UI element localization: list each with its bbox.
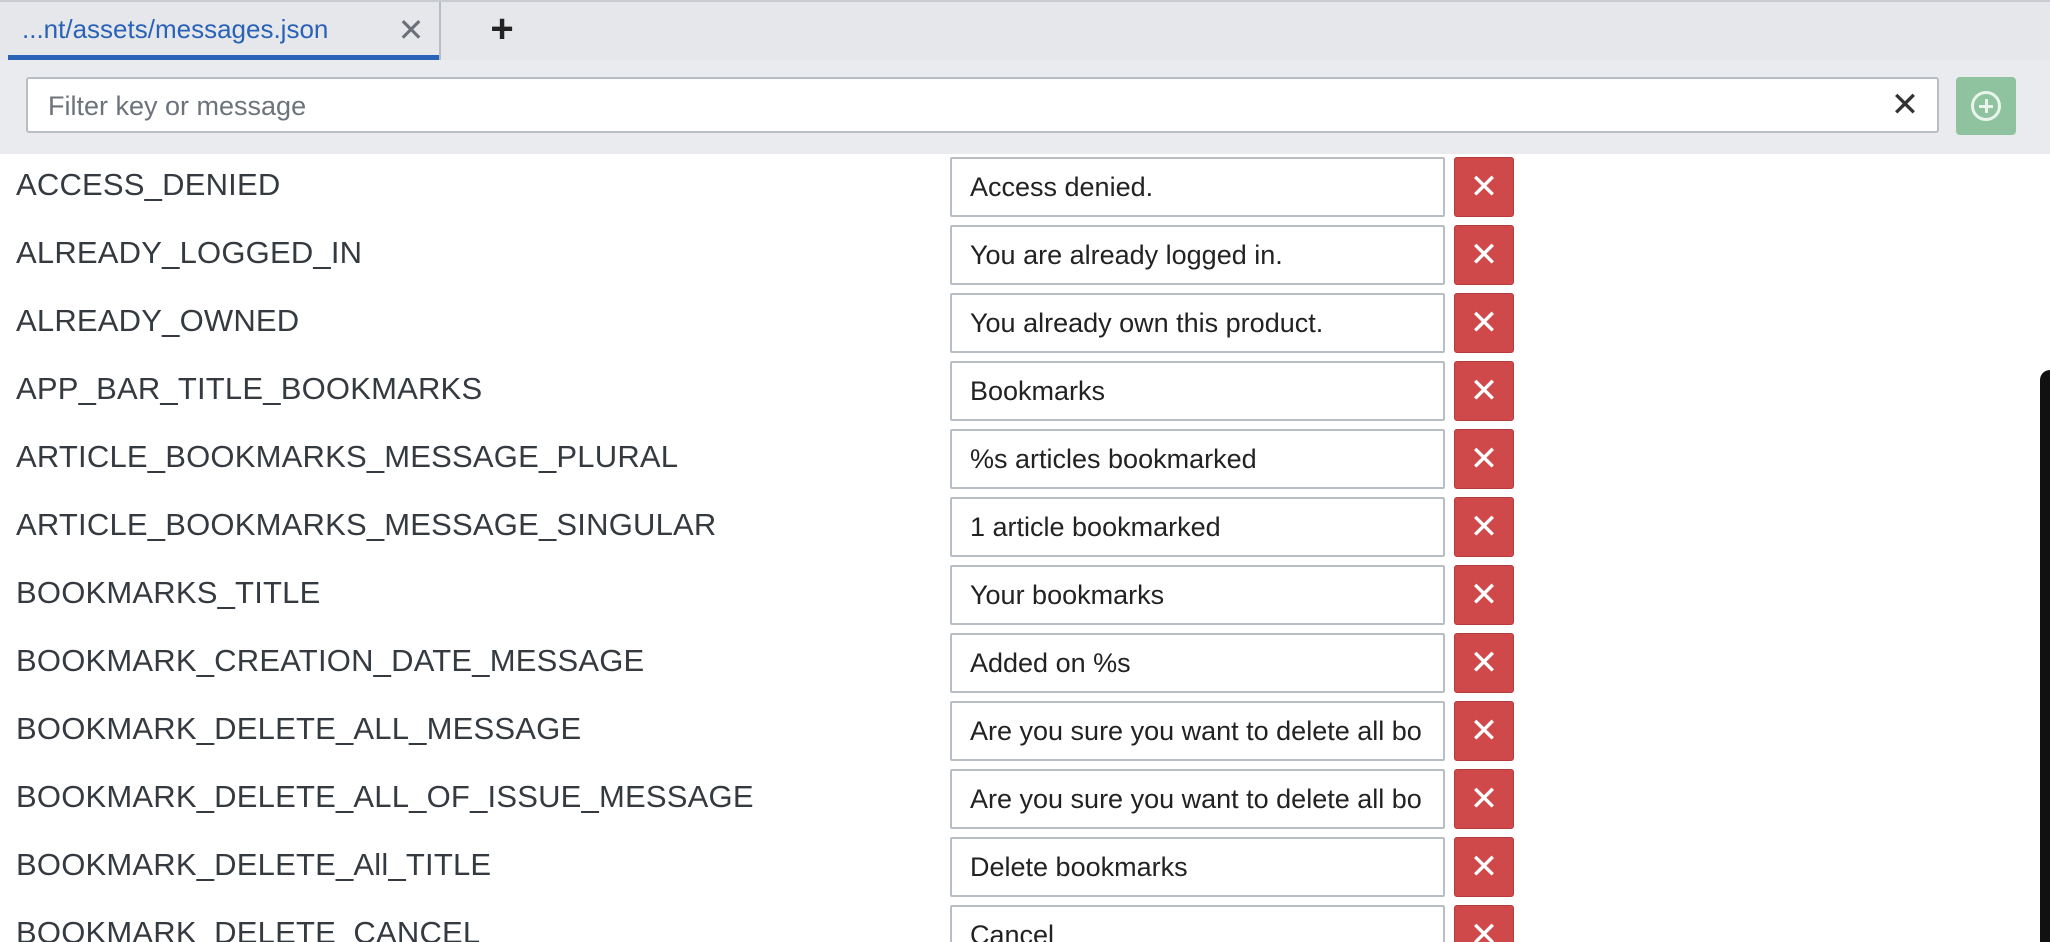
message-row: ARTICLE_BOOKMARKS_MESSAGE_PLURAL ✕: [0, 429, 2050, 497]
message-key: ARTICLE_BOOKMARKS_MESSAGE_SINGULAR: [16, 507, 717, 542]
delete-message-button[interactable]: ✕: [1454, 837, 1514, 897]
messages-list: ACCESS_DENIED✕ALREADY_LOGGED_IN✕ALREADY_…: [0, 157, 2050, 942]
message-row: BOOKMARK_DELETE_ALL_MESSAGE ✕: [0, 701, 2050, 769]
plus-icon[interactable]: +: [482, 7, 522, 51]
filter-bar: ✕: [0, 60, 2050, 154]
delete-message-button[interactable]: ✕: [1454, 769, 1514, 829]
delete-message-button[interactable]: ✕: [1454, 701, 1514, 761]
message-key: BOOKMARK_DELETE_CANCEL: [16, 915, 481, 942]
message-row: BOOKMARK_DELETE_CANCEL ✕: [0, 905, 2050, 942]
delete-message-button[interactable]: ✕: [1454, 905, 1514, 942]
messages-editor: ...nt/assets/messages.json ✕ + ✕ ACCESS_…: [0, 0, 2050, 942]
message-value-input[interactable]: [950, 157, 1445, 217]
message-value-input[interactable]: [950, 565, 1445, 625]
message-key: BOOKMARKS_TITLE: [16, 575, 321, 610]
message-row: BOOKMARK_DELETE_ALL_OF_ISSUE_MESSAGE ✕: [0, 769, 2050, 837]
message-key: BOOKMARK_CREATION_DATE_MESSAGE: [16, 643, 645, 678]
message-row: ALREADY_OWNED ✕: [0, 293, 2050, 361]
close-icon[interactable]: ✕: [393, 11, 429, 49]
add-message-button[interactable]: [1956, 77, 2016, 135]
message-value-input[interactable]: [950, 293, 1445, 353]
filter-field: ✕: [26, 77, 1939, 133]
delete-message-button[interactable]: ✕: [1454, 565, 1514, 625]
window-edge: [2040, 370, 2050, 942]
message-value-input[interactable]: [950, 769, 1445, 829]
message-key: ARTICLE_BOOKMARKS_MESSAGE_PLURAL: [16, 439, 679, 474]
message-value-input[interactable]: [950, 361, 1445, 421]
message-key: BOOKMARK_DELETE_ALL_OF_ISSUE_MESSAGE: [16, 779, 754, 814]
message-key: ALREADY_OWNED: [16, 303, 300, 338]
message-key: APP_BAR_TITLE_BOOKMARKS: [16, 371, 483, 406]
message-value-input[interactable]: [950, 429, 1445, 489]
delete-message-button[interactable]: ✕: [1454, 429, 1514, 489]
message-value-input[interactable]: [950, 905, 1445, 942]
plus-circle-icon: [1971, 91, 2001, 121]
message-row: ACCESS_DENIED ✕: [0, 157, 2050, 225]
tab-bar: ...nt/assets/messages.json ✕ +: [0, 0, 2050, 60]
filter-input[interactable]: [46, 79, 1870, 133]
delete-message-button[interactable]: ✕: [1454, 361, 1514, 421]
message-row: APP_BAR_TITLE_BOOKMARKS ✕: [0, 361, 2050, 429]
tab-label[interactable]: ...nt/assets/messages.json: [22, 14, 328, 45]
message-value-input[interactable]: [950, 837, 1445, 897]
message-row: BOOKMARKS_TITLE ✕: [0, 565, 2050, 633]
delete-message-button[interactable]: ✕: [1454, 293, 1514, 353]
delete-message-button[interactable]: ✕: [1454, 633, 1514, 693]
message-value-input[interactable]: [950, 701, 1445, 761]
message-value-input[interactable]: [950, 497, 1445, 557]
delete-message-button[interactable]: ✕: [1454, 225, 1514, 285]
message-key: BOOKMARK_DELETE_ALL_MESSAGE: [16, 711, 582, 746]
message-key: ALREADY_LOGGED_IN: [16, 235, 363, 270]
tab-messages-json[interactable]: ...nt/assets/messages.json ✕: [8, 2, 441, 60]
message-key: ACCESS_DENIED: [16, 167, 281, 202]
message-row: ALREADY_LOGGED_IN ✕: [0, 225, 2050, 293]
message-value-input[interactable]: [950, 633, 1445, 693]
message-value-input[interactable]: [950, 225, 1445, 285]
message-row: ARTICLE_BOOKMARKS_MESSAGE_SINGULAR ✕: [0, 497, 2050, 565]
delete-message-button[interactable]: ✕: [1454, 497, 1514, 557]
delete-message-button[interactable]: ✕: [1454, 157, 1514, 217]
message-key: BOOKMARK_DELETE_All_TITLE: [16, 847, 492, 882]
message-row: BOOKMARK_DELETE_All_TITLE ✕: [0, 837, 2050, 905]
message-row: BOOKMARK_CREATION_DATE_MESSAGE ✕: [0, 633, 2050, 701]
clear-icon[interactable]: ✕: [1887, 85, 1923, 125]
